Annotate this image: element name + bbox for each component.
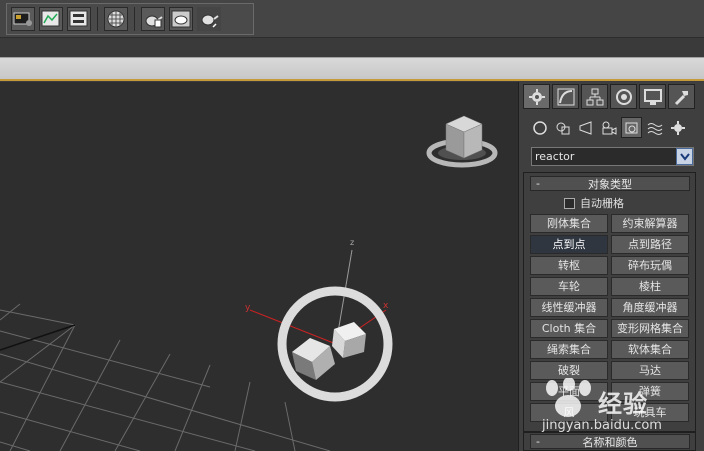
geometry-icon[interactable] bbox=[529, 117, 550, 138]
systems-icon[interactable] bbox=[667, 117, 688, 138]
baidu-jingyan-watermark: 经验 jingyan.baidu.com bbox=[536, 376, 666, 434]
y-axis-label: y bbox=[245, 303, 251, 313]
object-type-button[interactable]: 线性缓冲器 bbox=[530, 298, 608, 317]
x-axis-label: x bbox=[383, 301, 389, 311]
hierarchy-tab-icon[interactable] bbox=[581, 84, 608, 109]
name-and-color-header[interactable]: - 名称和颜色 bbox=[530, 434, 690, 449]
autogrid-label: 自动栅格 bbox=[580, 197, 624, 210]
watermark-url: jingyan.baidu.com bbox=[542, 418, 662, 433]
display-tab-icon[interactable] bbox=[639, 84, 666, 109]
object-type-button[interactable]: 棱柱 bbox=[611, 277, 689, 296]
object-type-header[interactable]: - 对象类型 bbox=[530, 176, 690, 191]
create-categories bbox=[529, 117, 704, 139]
name-and-color-rollout: - 名称和颜色 bbox=[523, 432, 696, 451]
name-and-color-title: 名称和颜色 bbox=[582, 435, 638, 449]
object-type-button[interactable]: 变形网格集合 bbox=[611, 319, 689, 338]
space-warps-icon[interactable] bbox=[644, 117, 665, 138]
teapot-render-icon[interactable] bbox=[141, 7, 165, 31]
helper-cube-left[interactable] bbox=[292, 338, 335, 380]
toolbar-separator bbox=[134, 7, 135, 31]
render-production-icon[interactable] bbox=[67, 7, 91, 31]
collapse-icon: - bbox=[536, 435, 540, 448]
create-tab-icon[interactable] bbox=[523, 84, 550, 109]
toolbar-separator bbox=[97, 7, 98, 31]
command-panel-tabs bbox=[523, 84, 703, 110]
object-type-button[interactable]: 车轮 bbox=[530, 277, 608, 296]
helpers-icon[interactable] bbox=[621, 117, 642, 138]
render-toolbar-group bbox=[6, 3, 254, 35]
lights-icon[interactable] bbox=[575, 117, 596, 138]
object-type-button[interactable]: 碎布玩偶 bbox=[611, 256, 689, 275]
perspective-viewport[interactable]: z y x bbox=[0, 82, 518, 451]
collapse-icon: - bbox=[536, 177, 540, 190]
object-type-button[interactable]: 转枢 bbox=[530, 256, 608, 275]
teapot-active-icon[interactable] bbox=[197, 7, 221, 31]
rendered-frame-window-icon[interactable] bbox=[39, 7, 63, 31]
object-type-button[interactable]: 点到点 bbox=[530, 235, 608, 254]
cameras-icon[interactable] bbox=[598, 117, 619, 138]
material-editor-icon[interactable] bbox=[104, 7, 128, 31]
motion-tab-icon[interactable] bbox=[610, 84, 637, 109]
checkbox-box[interactable] bbox=[564, 197, 575, 209]
object-type-button[interactable]: 刚体集合 bbox=[530, 214, 608, 233]
autogrid-checkbox[interactable]: 自动栅格 bbox=[564, 195, 624, 211]
toolbar-strip bbox=[0, 38, 704, 57]
main-toolbar bbox=[0, 0, 704, 38]
viewport-scene: z y x bbox=[0, 115, 498, 451]
viewcube[interactable] bbox=[426, 115, 498, 168]
render-setup-icon[interactable] bbox=[11, 7, 35, 31]
teapot-frame-icon[interactable] bbox=[169, 7, 193, 31]
object-type-button[interactable]: 点到路径 bbox=[611, 235, 689, 254]
chevron-down-icon[interactable] bbox=[676, 148, 693, 165]
shapes-icon[interactable] bbox=[552, 117, 573, 138]
watermark-brand: 经验 bbox=[598, 390, 648, 418]
utilities-tab-icon[interactable] bbox=[668, 84, 695, 109]
object-type-button[interactable]: 绳索集合 bbox=[530, 340, 608, 359]
object-type-button[interactable]: 软体集合 bbox=[611, 340, 689, 359]
category-dropdown-value: reactor bbox=[535, 150, 575, 163]
z-axis-label: z bbox=[350, 238, 354, 247]
paw-logo-icon bbox=[546, 378, 591, 417]
object-type-button[interactable]: 角度缓冲器 bbox=[611, 298, 689, 317]
category-dropdown[interactable]: reactor bbox=[531, 147, 694, 166]
object-type-title: 对象类型 bbox=[588, 177, 632, 191]
object-type-button[interactable]: 约束解算器 bbox=[611, 214, 689, 233]
modify-tab-icon[interactable] bbox=[552, 84, 579, 109]
object-type-button[interactable]: Cloth 集合 bbox=[530, 319, 608, 338]
ribbon-strip bbox=[0, 57, 704, 81]
